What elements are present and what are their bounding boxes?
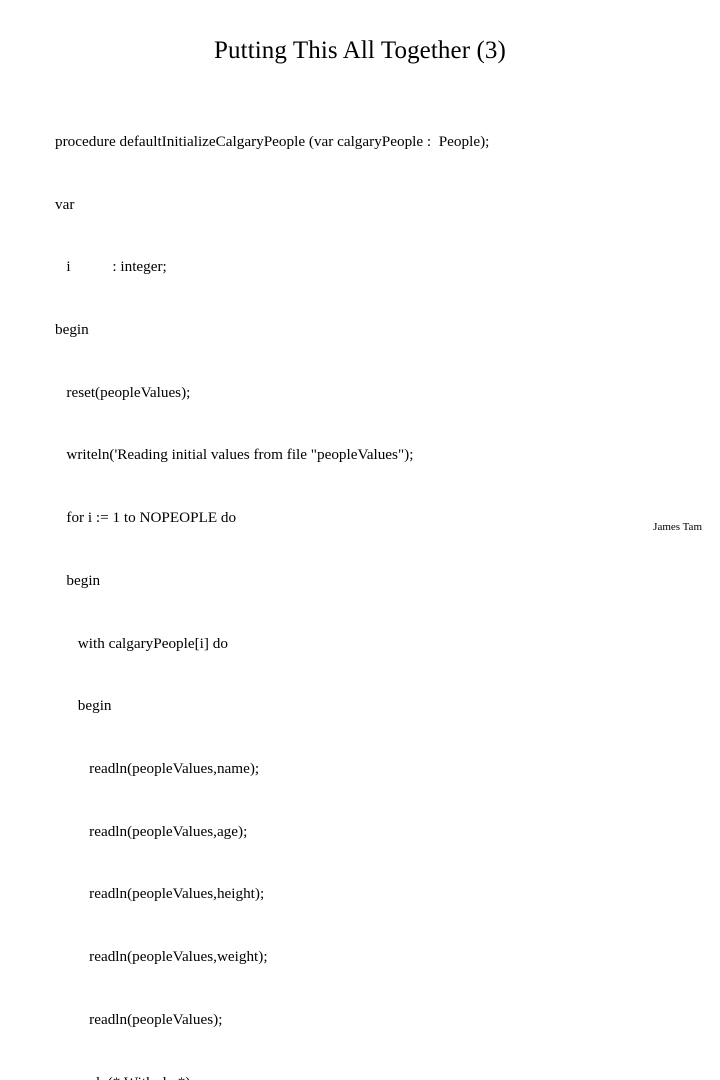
code-line: readln(peopleValues,height); xyxy=(55,885,265,903)
code-line: readln(peopleValues,age); xyxy=(55,822,248,840)
slide-footer-author: James Tam xyxy=(653,521,702,533)
code-line: readln(peopleValues,name); xyxy=(55,760,260,777)
code-line: readln(peopleValues); xyxy=(55,1010,223,1028)
code-line: with calgaryPeople[i] do xyxy=(55,634,228,652)
slide: Putting This All Together (3) procedure … xyxy=(0,0,720,1080)
code-line: begin xyxy=(55,697,112,715)
code-line: reset(peopleValues); xyxy=(55,383,191,401)
code-line: begin xyxy=(55,320,89,338)
code-line: var xyxy=(55,195,75,213)
code-line: i : integer; xyxy=(55,258,167,276)
code-line: writeln('Reading initial values from fil… xyxy=(55,446,414,464)
code-line: end; (* With-do *) xyxy=(55,1073,675,1080)
code-block: procedure defaultInitializeCalgaryPeople… xyxy=(55,90,675,1080)
page-title: Putting This All Together (3) xyxy=(214,37,506,64)
code-line: procedure defaultInitializeCalgaryPeople… xyxy=(55,132,490,150)
code-line: readln(peopleValues,weight); xyxy=(55,948,268,966)
code-line: begin xyxy=(55,571,101,589)
